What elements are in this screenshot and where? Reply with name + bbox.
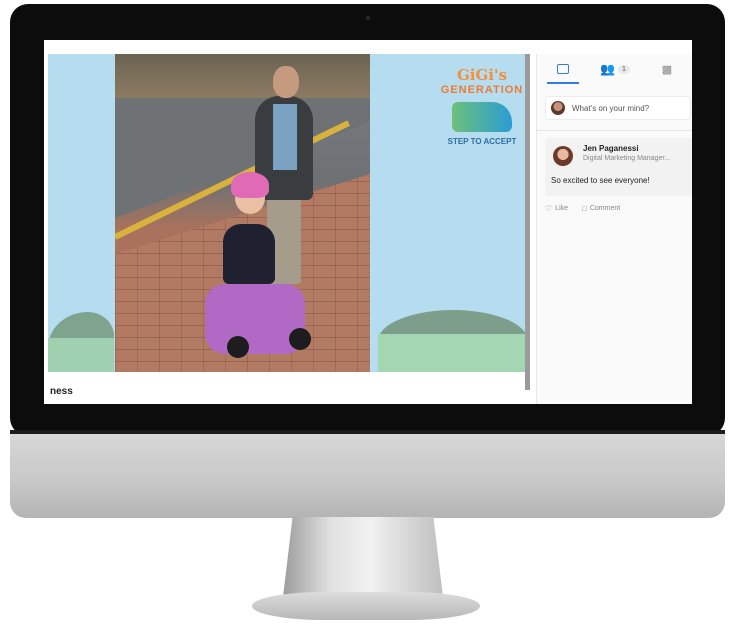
tab-polls[interactable]: ▩: [641, 54, 692, 84]
comment-icon: □: [582, 204, 587, 213]
chat-icon: [557, 64, 569, 74]
below-video-label: ness: [50, 386, 73, 397]
shoe-icon: [452, 102, 512, 132]
comment-button[interactable]: □ Comment: [582, 204, 620, 213]
hill-decoration: [48, 338, 114, 372]
monitor-stand-neck: [283, 517, 443, 597]
post-text: So excited to see everyone!: [551, 176, 650, 185]
hill-decoration: [378, 334, 528, 372]
logo-tagline: STEP TO ACCEPT: [447, 137, 517, 146]
post-author-role: Digital Marketing Manager...: [583, 155, 671, 162]
like-label: Like: [555, 205, 569, 212]
monitor-chin: [10, 430, 725, 518]
logo-subtitle: GENERATION: [440, 84, 524, 96]
like-button[interactable]: ♡ Like: [545, 204, 568, 213]
bar-chart-icon: ▩: [661, 63, 673, 76]
avatar: [553, 146, 573, 166]
event-logo: GiGi's GENERATION STEP TO ACCEPT: [440, 66, 524, 172]
avatar: [551, 101, 565, 115]
video-adult-head: [273, 66, 299, 98]
divider: [537, 130, 692, 131]
people-icon: 👥: [600, 62, 616, 76]
post-card: Jen Paganessi Digital Marketing Manager.…: [545, 138, 692, 196]
screen: GiGi's GENERATION STEP TO ACCEPT ness 👥 …: [44, 40, 692, 404]
monitor-chin-seam: [10, 430, 725, 434]
tab-people[interactable]: 👥 1: [589, 54, 641, 84]
video-background-building: [115, 54, 370, 98]
tab-chat[interactable]: [537, 54, 589, 84]
video-child-helmet: [231, 172, 269, 198]
post-actions: ♡ Like □ Comment: [545, 204, 620, 213]
video-wheel: [289, 328, 311, 350]
post-input[interactable]: [572, 103, 682, 113]
logo-title: GiGi's: [456, 66, 508, 84]
camera-dot: [365, 16, 370, 20]
people-count-badge: 1: [618, 64, 630, 74]
chat-sidebar: 👥 1 ▩ Jen Paganessi Digital Marketing Ma…: [536, 54, 692, 404]
post-composer[interactable]: [545, 96, 691, 120]
scrollbar[interactable]: [525, 54, 530, 390]
monitor-stand-base: [252, 592, 480, 620]
video-panel[interactable]: GiGi's GENERATION STEP TO ACCEPT: [48, 54, 528, 372]
video-frame[interactable]: [115, 54, 370, 372]
video-child-figure: [223, 224, 275, 284]
video-wheel: [227, 336, 249, 358]
video-adult-shirt: [273, 104, 297, 170]
post-author-name: Jen Paganessi: [583, 144, 639, 153]
sidebar-tabs: 👥 1 ▩: [537, 54, 692, 84]
comment-label: Comment: [589, 205, 621, 212]
heart-icon: ♡: [545, 204, 553, 213]
